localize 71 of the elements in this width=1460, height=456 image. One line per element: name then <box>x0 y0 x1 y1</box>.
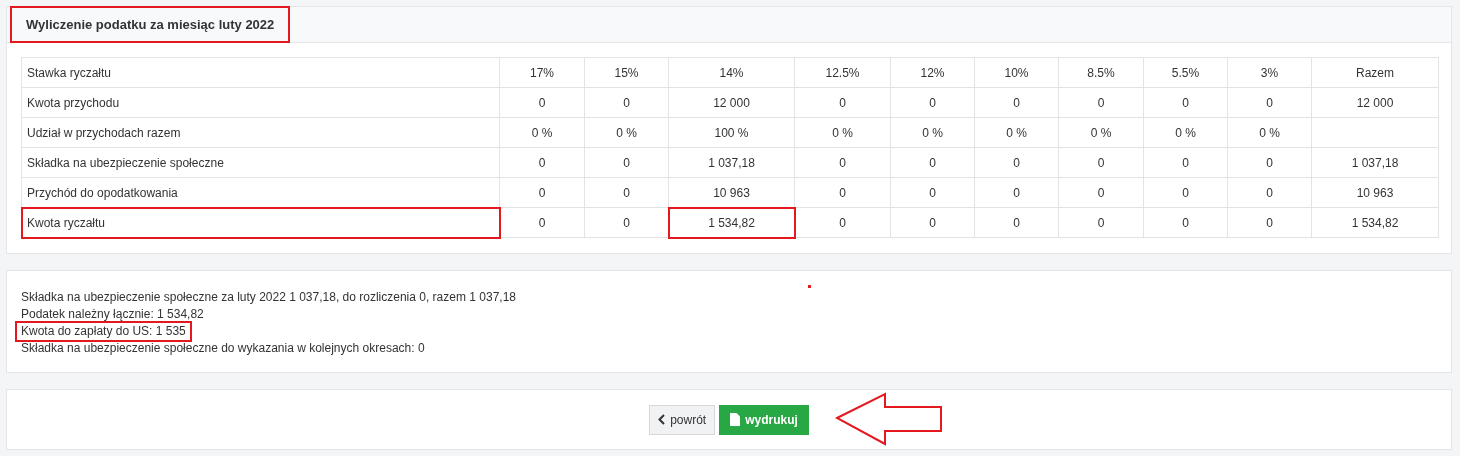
table-cell: 0 <box>499 87 585 118</box>
table-cell: 10 963 <box>1311 177 1439 208</box>
summary-text: Podatek należny łącznie: 1 534,82 <box>21 306 204 323</box>
document-icon <box>730 413 741 427</box>
table-cell: 0 <box>1058 147 1144 178</box>
table-cell: 1 534,82 <box>668 207 795 238</box>
table-cell: 0 <box>499 147 585 178</box>
table-cell: 12.5% <box>794 57 891 88</box>
table-cell: 0 <box>1058 207 1144 238</box>
table-cell: 15% <box>584 57 669 88</box>
table-cell: 0 <box>1143 147 1228 178</box>
table-cell: 12 000 <box>668 87 795 118</box>
table-cell: 0 <box>974 207 1059 238</box>
table-cell: 0 <box>1227 87 1312 118</box>
table-cell: 0 <box>499 207 585 238</box>
table-cell: 5.5% <box>1143 57 1228 88</box>
table-cell: 17% <box>499 57 585 88</box>
table-cell: 0 <box>1227 177 1312 208</box>
table-cell: 0 <box>499 177 585 208</box>
table-cell: 0 <box>1058 177 1144 208</box>
table-cell: 0 <box>974 177 1059 208</box>
table-cell: 0 <box>584 177 669 208</box>
table-cell: 0 <box>1143 87 1228 118</box>
table-cell: 14% <box>668 57 795 88</box>
table-cell: 1 037,18 <box>668 147 795 178</box>
table-cell: 0 % <box>584 117 669 148</box>
table-cell: 0 <box>1227 147 1312 178</box>
table-cell: Przychód do opodatkowania <box>21 177 500 208</box>
back-button[interactable]: powrót <box>649 404 716 435</box>
table-cell: 0 % <box>1227 117 1312 148</box>
table-cell: 0 % <box>890 117 975 148</box>
table-cell: Składka na ubezpieczenie społeczne <box>21 147 500 178</box>
table-cell: 0 <box>794 87 891 118</box>
table-cell: 0 <box>1143 177 1228 208</box>
table-cell: 10% <box>974 57 1059 88</box>
table-cell: 0 <box>890 207 975 238</box>
panel-title: Wyliczenie podatku za miesiąc luty 2022 <box>10 5 291 44</box>
table-cell: 0 <box>974 87 1059 118</box>
table-cell: 0 <box>974 147 1059 178</box>
table-cell: 0 <box>890 177 975 208</box>
table-cell: 12% <box>890 57 975 88</box>
table-cell: 0 <box>794 177 891 208</box>
table-cell: 0 % <box>499 117 585 148</box>
table-cell: Stawka ryczałtu <box>21 57 500 88</box>
table-cell: 1 037,18 <box>1311 147 1439 178</box>
chevron-left-icon <box>658 414 666 426</box>
table-cell: Udział w przychodach razem <box>21 117 500 148</box>
table-cell: Kwota ryczałtu <box>21 207 500 238</box>
summary-text: Składka na ubezpieczenie społeczne do wykazania w kolejnych okresach: 0 <box>21 340 425 357</box>
table-cell: 0 <box>1143 207 1228 238</box>
table-cell: 0 <box>794 207 891 238</box>
table-cell: 0 <box>584 87 669 118</box>
table-cell: 0 % <box>1143 117 1228 148</box>
table-cell: 0 <box>584 147 669 178</box>
table-cell: 1 534,82 <box>1311 207 1439 238</box>
table-cell: 3% <box>1227 57 1312 88</box>
table-cell: 0 <box>890 87 975 118</box>
summary-text: Składka na ubezpieczenie społeczne za luty 2022 1 037,18, do rozliczenia 0, razem 1 037,18 <box>21 289 516 306</box>
table-cell: 0 % <box>1058 117 1144 148</box>
table-cell: 0 % <box>974 117 1059 148</box>
table-cell: 0 <box>794 147 891 178</box>
table-cell: 12 000 <box>1311 87 1439 118</box>
table-cell: 8.5% <box>1058 57 1144 88</box>
table-cell: 0 <box>890 147 975 178</box>
table-cell: 0 % <box>794 117 891 148</box>
summary-text: Kwota do zapłaty do US: 1 535 <box>15 321 192 342</box>
table-cell: 0 <box>1058 87 1144 118</box>
table-cell: 100 % <box>668 117 795 148</box>
table-cell: Razem <box>1311 57 1439 88</box>
table-cell: Kwota przychodu <box>21 87 500 118</box>
table-cell: 0 <box>1227 207 1312 238</box>
